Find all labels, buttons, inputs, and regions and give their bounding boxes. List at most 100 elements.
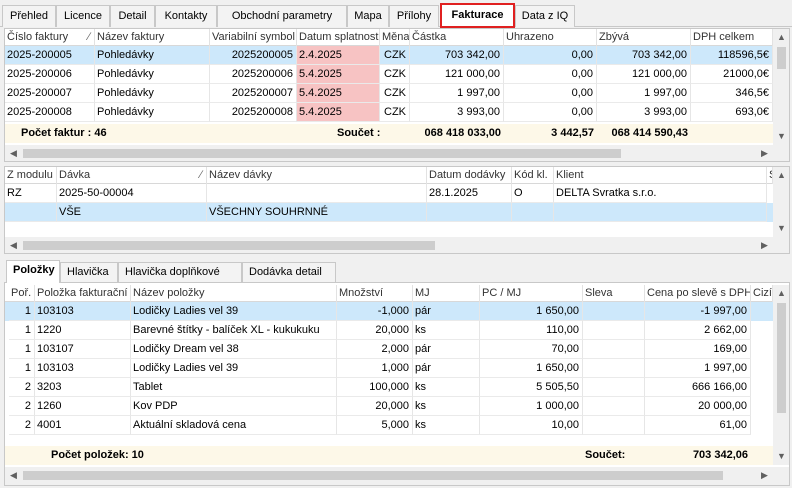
- scroll-up-icon[interactable]: ▲: [773, 285, 789, 302]
- invoice-row[interactable]: 2025-200005 Pohledávky 2025200005 2.4.20…: [5, 46, 773, 65]
- scroll-thumb[interactable]: [23, 149, 621, 158]
- col-klient[interactable]: Klient: [554, 167, 767, 184]
- scroll-up-icon[interactable]: ▲: [773, 167, 789, 184]
- col-polozka-fakturacni[interactable]: Položka fakturační: [35, 285, 131, 302]
- tab-prilohy[interactable]: Přílohy: [389, 5, 439, 27]
- cell: pár: [413, 340, 480, 359]
- item-row[interactable]: 2 1260 Kov PDP 20,000 ks 1 000,00 20 000,00: [5, 397, 773, 416]
- items-hscrollbar[interactable]: ◀ ▶: [5, 467, 789, 485]
- col-cislo-faktury[interactable]: Číslo faktury ∕: [5, 29, 95, 46]
- tab-dodavka-detail[interactable]: Dodávka detail: [242, 262, 336, 282]
- tab-hlavicka-doplnkove[interactable]: Hlavička doplňkové: [118, 262, 242, 282]
- batch-row[interactable]: RZ 2025-50-00004 28.1.2025 O DELTA Svrat…: [5, 184, 773, 203]
- col-datum-dodavky[interactable]: Datum dodávky: [427, 167, 512, 184]
- batch-vscrollbar[interactable]: ▲ ▼: [773, 167, 789, 237]
- cell: 103107: [35, 340, 131, 359]
- invoice-row[interactable]: 2025-200007 Pohledávky 2025200007 5.4.20…: [5, 84, 773, 103]
- tab-data-z-iq[interactable]: Data z IQ: [515, 5, 575, 27]
- cell: 0,00: [504, 46, 597, 65]
- invoice-vscrollbar[interactable]: ▲ ▼: [773, 29, 789, 145]
- scroll-left-icon[interactable]: ◀: [5, 237, 22, 253]
- col-nazev-faktury[interactable]: Název faktury: [95, 29, 210, 46]
- scroll-up-icon[interactable]: ▲: [773, 29, 789, 46]
- cell: 1 650,00: [480, 302, 583, 321]
- items-vscrollbar[interactable]: ▲ ▼: [773, 285, 789, 465]
- scroll-thumb[interactable]: [23, 241, 435, 250]
- col-mj[interactable]: MJ: [413, 285, 480, 302]
- col-variabilni-symbol[interactable]: Variabilní symbol: [210, 29, 297, 46]
- cell: 346,5€: [691, 84, 773, 103]
- batch-row[interactable]: VŠE VŠECHNY SOUHRNNÉ: [5, 203, 773, 222]
- main-tab-bar: Přehled Licence Detail Kontakty Obchodní…: [0, 0, 792, 28]
- col-poradi[interactable]: Poř.: [9, 285, 35, 302]
- cell: 0,00: [504, 103, 597, 122]
- col-mnozstvi[interactable]: Množství: [337, 285, 413, 302]
- cell: 3 993,00: [597, 103, 691, 122]
- tab-licence[interactable]: Licence: [56, 5, 110, 27]
- col-nazev-davky[interactable]: Název dávky: [207, 167, 427, 184]
- col-davka[interactable]: Dávka ∕: [57, 167, 207, 184]
- cell: ks: [413, 321, 480, 340]
- col-nazev-polozky[interactable]: Název položky: [131, 285, 337, 302]
- cell: VŠE: [57, 203, 207, 222]
- col-kod-kl[interactable]: Kód kl.: [512, 167, 554, 184]
- col-uhrazeno[interactable]: Uhrazeno: [504, 29, 597, 46]
- invoice-row[interactable]: 2025-200006 Pohledávky 2025200006 5.4.20…: [5, 65, 773, 84]
- scroll-thumb[interactable]: [23, 471, 723, 480]
- col-zbyva[interactable]: Zbývá: [597, 29, 691, 46]
- col-mena[interactable]: Měna: [380, 29, 410, 46]
- scroll-right-icon[interactable]: ▶: [756, 145, 773, 161]
- tab-detail[interactable]: Detail: [110, 5, 155, 27]
- scroll-down-icon[interactable]: ▼: [773, 448, 789, 465]
- scroll-down-icon[interactable]: ▼: [773, 128, 789, 145]
- cell: 2025200008: [210, 103, 297, 122]
- scroll-right-icon[interactable]: ▶: [756, 237, 773, 253]
- cell: 28.1.2025: [427, 184, 512, 203]
- scroll-right-icon[interactable]: ▶: [756, 467, 773, 484]
- tab-fakturace[interactable]: Fakturace: [440, 3, 515, 28]
- item-row[interactable]: 2 3203 Tablet 100,000 ks 5 505,50 666 166,00: [5, 378, 773, 397]
- cell: 1: [9, 321, 35, 340]
- tab-polozky[interactable]: Položky: [6, 260, 60, 283]
- scroll-down-icon[interactable]: ▼: [773, 220, 789, 237]
- tab-hlavicka[interactable]: Hlavička: [60, 262, 118, 282]
- cell: 1 650,00: [480, 359, 583, 378]
- col-castka[interactable]: Částka: [410, 29, 504, 46]
- tab-obchodni-parametry[interactable]: Obchodní parametry: [217, 5, 347, 27]
- item-row[interactable]: 1 1220 Barevné štítky - balíček XL - kukuk…: [5, 321, 773, 340]
- item-row[interactable]: 1 103107 Lodičky Dream vel 38 2,000 pár 70,00…: [5, 340, 773, 359]
- tab-prehled[interactable]: Přehled: [2, 5, 56, 27]
- scroll-thumb[interactable]: [777, 303, 786, 413]
- col-sleva[interactable]: Sleva: [583, 285, 645, 302]
- cell: Kov PDP: [131, 397, 337, 416]
- invoice-row[interactable]: 2025-200008 Pohledávky 2025200008 5.4.20…: [5, 103, 773, 122]
- col-z-modulu[interactable]: Z modulu: [5, 167, 57, 184]
- item-row[interactable]: 1 103103 Lodičky Ladies vel 39 1,000 pár 1 65…: [5, 359, 773, 378]
- tab-mapa[interactable]: Mapa: [347, 5, 389, 27]
- col-pc-mj[interactable]: PC / MJ: [480, 285, 583, 302]
- cell: 1 997,00: [645, 359, 751, 378]
- due-date-cell: 2.4.2025: [297, 46, 380, 65]
- batch-hscrollbar[interactable]: ◀ ▶: [5, 237, 789, 253]
- cell: CZK: [380, 103, 410, 122]
- item-row[interactable]: 2 4001 Aktuální skladová cena 5,000 ks 10,00 6…: [5, 416, 773, 435]
- cell: Aktuální skladová cena: [131, 416, 337, 435]
- cell: 5 505,50: [480, 378, 583, 397]
- scroll-left-icon[interactable]: ◀: [5, 467, 22, 484]
- cell: 2025-200008: [5, 103, 95, 122]
- col-datum-splatnosti[interactable]: Datum splatnosti: [297, 29, 380, 46]
- cell: [583, 397, 645, 416]
- invoice-sum-label: Součet :: [337, 127, 381, 139]
- col-cizi[interactable]: Cizí: [751, 285, 773, 302]
- tab-kontakty[interactable]: Kontakty: [155, 5, 217, 27]
- invoice-hscrollbar[interactable]: ◀ ▶: [5, 145, 789, 161]
- items-count: Počet položek: 10: [51, 449, 144, 461]
- col-cena-po-sleve[interactable]: Cena po slevě s DPH: [645, 285, 751, 302]
- item-row[interactable]: 1 103103 Lodičky Ladies vel 39 -1,000 pár 1 6…: [5, 302, 773, 321]
- cell: Pohledávky: [95, 103, 210, 122]
- cell: 666 166,00: [645, 378, 751, 397]
- scroll-thumb[interactable]: [777, 47, 786, 69]
- cell: Lodičky Ladies vel 39: [131, 302, 337, 321]
- col-dph-celkem[interactable]: DPH celkem: [691, 29, 773, 46]
- scroll-left-icon[interactable]: ◀: [5, 145, 22, 161]
